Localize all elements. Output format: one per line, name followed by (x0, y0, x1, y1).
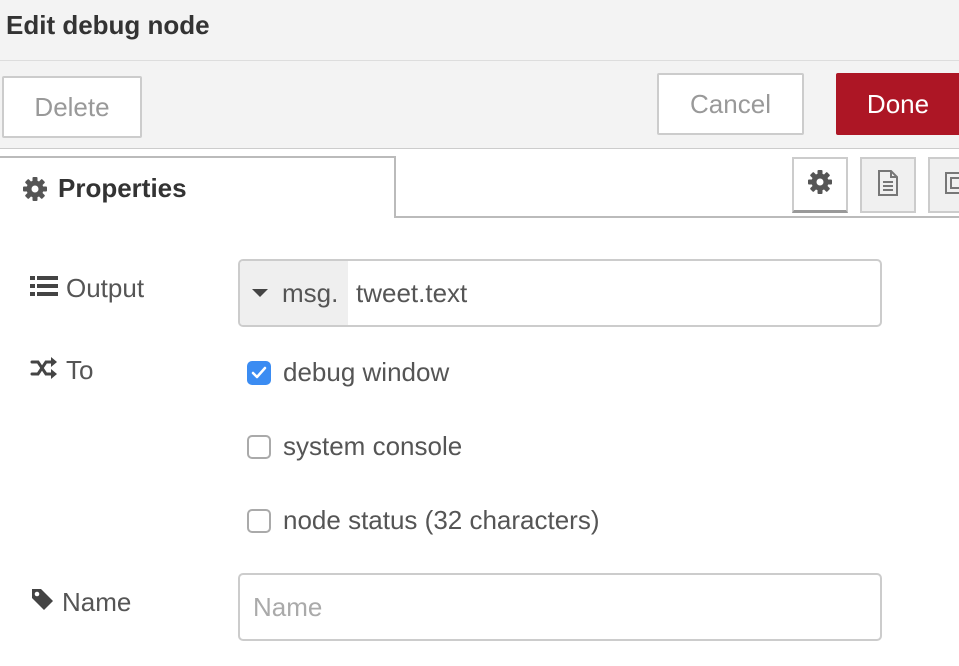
output-type-prefix: msg. (282, 277, 339, 308)
delete-button[interactable]: Delete (2, 76, 142, 138)
option-debug-window[interactable]: debug window (247, 357, 449, 388)
debug-window-checkbox[interactable] (247, 360, 271, 385)
node-status-checkbox[interactable] (247, 508, 271, 533)
done-button[interactable]: Done (836, 73, 959, 135)
node-description-button[interactable] (860, 157, 916, 213)
tab-properties[interactable]: Properties (0, 156, 396, 218)
frame-icon (943, 170, 959, 201)
check-icon (251, 366, 267, 378)
tag-icon (30, 587, 62, 618)
document-icon (876, 169, 900, 202)
random-icon (30, 355, 66, 386)
tab-properties-label: Properties (58, 173, 187, 203)
cancel-button[interactable]: Cancel (657, 73, 804, 135)
caret-down-icon (252, 289, 268, 297)
gear-icon (807, 169, 833, 200)
node-settings-button[interactable] (792, 157, 848, 213)
node-status-label: node status (32 characters) (283, 505, 600, 535)
list-icon (30, 273, 66, 304)
name-input[interactable] (238, 573, 882, 641)
debug-window-label: debug window (283, 357, 450, 387)
output-label-row: Output (30, 273, 144, 304)
to-label: To (66, 355, 94, 385)
output-typed-input: msg. tweet.text (238, 259, 882, 327)
system-console-checkbox[interactable] (247, 434, 271, 459)
to-label-row: To (30, 355, 93, 386)
node-appearance-button[interactable] (928, 157, 959, 213)
output-value-field[interactable]: tweet.text (356, 261, 467, 325)
system-console-label: system console (283, 431, 463, 461)
name-label-row: Name (30, 587, 131, 618)
option-node-status[interactable]: node status (32 characters) (247, 505, 600, 536)
dialog-toolbar: Delete Cancel Done (0, 61, 959, 149)
tab-divider (395, 216, 959, 218)
option-system-console[interactable]: system console (247, 431, 462, 462)
name-label: Name (62, 587, 132, 617)
dialog-title: Edit debug node (6, 10, 210, 40)
output-type-select[interactable]: msg. (240, 261, 348, 325)
gear-icon (22, 176, 48, 202)
dialog-header: Edit debug node (0, 0, 959, 61)
output-label: Output (66, 273, 145, 303)
